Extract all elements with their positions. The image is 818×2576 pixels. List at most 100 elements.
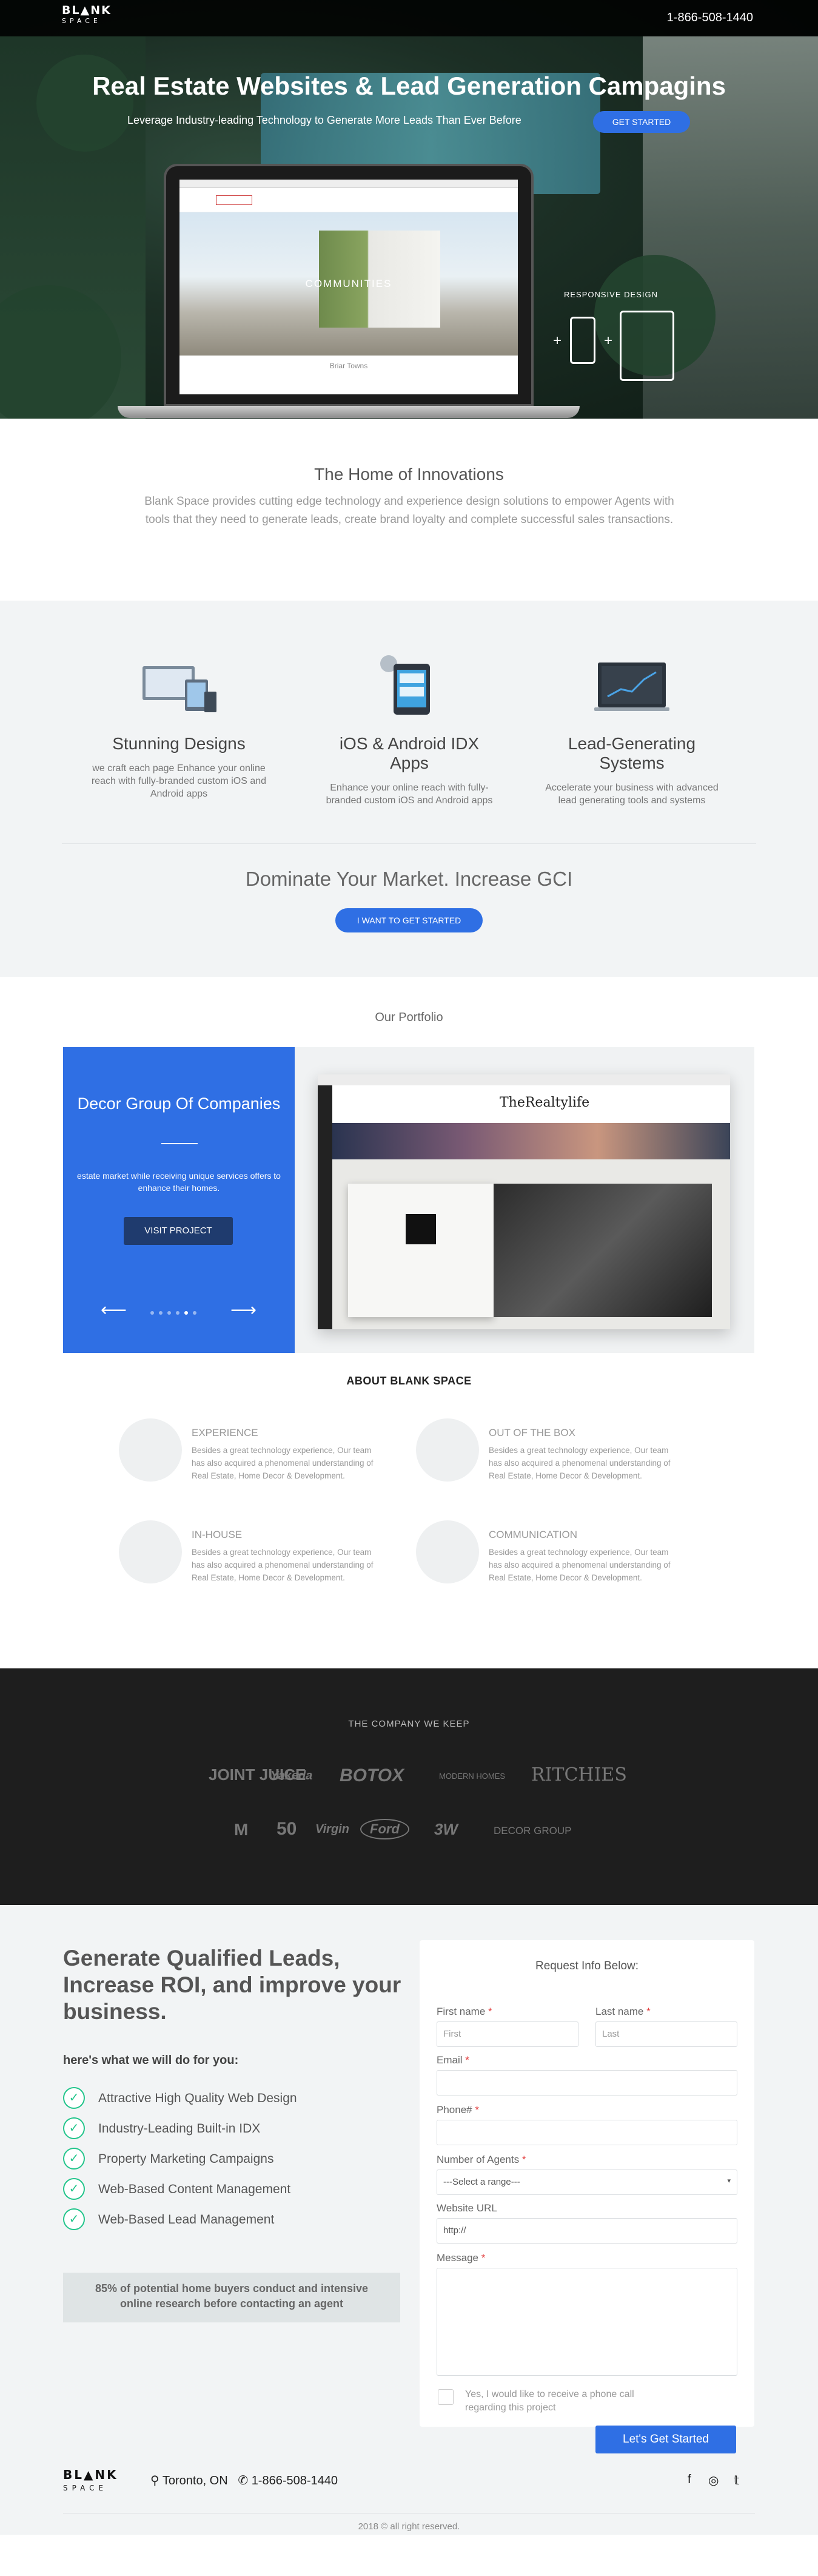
laptop-screen: COMMUNITIES Briar Towns [179, 180, 518, 394]
carousel-dot[interactable] [167, 1311, 171, 1315]
clients-title: THE COMPANY WE KEEP [348, 1719, 470, 1729]
check-icon: ✓ [63, 2117, 85, 2139]
innovations-text: Blank Space provides cutting edge techno… [144, 495, 674, 526]
carousel-next-arrow-icon[interactable]: ⟶ [230, 1300, 256, 1321]
foliage-decoration [36, 55, 133, 152]
about-section: ABOUT BLANK SPACE EXPERIENCE Besides a g… [0, 1353, 818, 1668]
email-input[interactable] [437, 2070, 737, 2096]
feature-designs: Stunning Designs we craft each page Enha… [88, 649, 270, 800]
first-name-label: First name * [437, 2006, 492, 2017]
footer-divider [63, 2513, 755, 2514]
facebook-icon[interactable]: f [688, 2473, 691, 2487]
footer-phone[interactable]: 1-866-508-1440 [252, 2474, 338, 2487]
title-underline [161, 1143, 198, 1144]
check-icon: ✓ [63, 2178, 85, 2200]
about-item-communication: COMMUNICATION Besides a great technology… [416, 1520, 689, 1605]
check-icon: ✓ [63, 2087, 85, 2109]
client-logo: 50 [277, 1819, 297, 1839]
laptop-base [118, 406, 580, 418]
message-textarea[interactable] [437, 2268, 737, 2376]
lead-section: Generate Qualified Leads, Increase ROI, … [0, 1905, 818, 2462]
laptop-mockup: COMMUNITIES Briar Towns [118, 164, 580, 418]
agents-label: Number of Agents * [437, 2154, 526, 2165]
tablet-icon [620, 311, 674, 381]
carousel-dots [148, 1307, 199, 1318]
hero-title: Real Estate Websites & Lead Generation C… [92, 72, 726, 100]
feature-text: Accelerate your business with advanced l… [545, 783, 719, 806]
portfolio-carousel: Decor Group Of Companies estate market w… [63, 1047, 754, 1353]
phone-input[interactable] [437, 2120, 737, 2145]
about-item-in-house: IN-HOUSE Besides a great technology expe… [119, 1520, 392, 1605]
benefit-item: ✓ Web-Based Lead Management [63, 2208, 403, 2231]
submit-button[interactable]: Let's Get Started [595, 2426, 736, 2453]
innovations-section: The Home of Innovations Blank Space prov… [0, 419, 818, 601]
twitter-icon[interactable]: 𝕥 [734, 2473, 739, 2488]
benefit-item: ✓ Attractive High Quality Web Design [63, 2087, 403, 2110]
hero-section: Real Estate Websites & Lead Generation C… [0, 0, 818, 419]
clients-section: THE COMPANY WE KEEP JOINT JUICE Yakeda B… [0, 1668, 818, 1905]
about-item-title: EXPERIENCE [192, 1427, 258, 1438]
footer-contact: ⚲ Toronto, ON ✆ 1-866-508-1440 [150, 2473, 338, 2488]
check-icon: ✓ [63, 2148, 85, 2170]
instagram-icon[interactable]: ◎ [708, 2473, 719, 2488]
benefit-item: ✓ Property Marketing Campaigns [63, 2148, 403, 2171]
phone-label: Phone# * [437, 2104, 479, 2116]
get-started-button[interactable]: GET STARTED [593, 111, 690, 133]
feature-text: Enhance your online reach with fully-bra… [326, 783, 493, 806]
mock-heading: COMMUNITIES [305, 278, 392, 289]
browser-bar [179, 180, 518, 188]
carousel-dot-active[interactable] [184, 1311, 188, 1315]
feature-lead-systems: Lead-Generating Systems Accelerate your … [541, 649, 723, 807]
location-pin-icon: ⚲ [150, 2474, 159, 2487]
carousel-dot[interactable] [176, 1311, 179, 1315]
last-name-label: Last name * [595, 2006, 651, 2017]
carousel-dot[interactable] [150, 1311, 154, 1315]
client-logo: 3W [434, 1820, 458, 1838]
benefit-item: ✓ Web-Based Content Management [63, 2178, 403, 2201]
footer-logo[interactable]: BL▲NK SPACE [63, 2468, 118, 2495]
last-name-input[interactable]: Last [595, 2021, 737, 2047]
globe-icon [119, 1418, 182, 1482]
get-started-cta-button[interactable]: I WANT TO GET STARTED [335, 908, 483, 932]
logo[interactable]: BL▲NK SPACE [62, 4, 112, 25]
mock-site-nav [179, 188, 518, 212]
visit-project-button[interactable]: VISIT PROJECT [124, 1217, 233, 1245]
carousel-prev-arrow-icon[interactable]: ⟵ [101, 1300, 127, 1321]
first-name-input[interactable]: First [437, 2021, 578, 2047]
carousel-dot[interactable] [193, 1311, 196, 1315]
about-item-text: Besides a great technology experience, O… [192, 1446, 374, 1480]
box-icon [416, 1418, 479, 1482]
feature-title: Lead-Generating Systems [568, 734, 696, 772]
mock-hero-image: COMMUNITIES [179, 212, 518, 356]
mock-brochure-left [348, 1184, 494, 1317]
mock-brand: TheRealtylife [500, 1095, 590, 1110]
dominate-headline: Dominate Your Market. Increase GCI [245, 868, 573, 890]
site-footer: BL▲NK SPACE ⚲ Toronto, ON ✆ 1-866-508-144… [0, 2462, 818, 2535]
plus-icon: + [553, 332, 562, 349]
innovations-title: The Home of Innovations [314, 465, 504, 484]
header-phone-link[interactable]: 1-866-508-1440 [667, 11, 753, 25]
feature-text: we craft each page Enhance your online r… [91, 763, 267, 799]
in-house-icon [119, 1520, 182, 1583]
footer-location: Toronto, ON [162, 2474, 228, 2487]
project-title: Decor Group Of Companies [77, 1094, 281, 1113]
mock-brochure-logo [406, 1214, 436, 1244]
features-section: Stunning Designs we craft each page Enha… [0, 601, 818, 977]
lead-title: Generate Qualified Leads, Increase ROI, … [63, 1946, 401, 2024]
callback-checkbox[interactable] [438, 2389, 454, 2405]
chart-monitor-icon [589, 649, 674, 716]
website-input[interactable]: http:// [437, 2218, 737, 2244]
form-title: Request Info Below: [535, 1960, 639, 1972]
about-item-title: IN-HOUSE [192, 1529, 243, 1540]
stat-callout: 85% of potential home buyers conduct and… [63, 2273, 400, 2322]
lead-subtitle: here's what we will do for you: [63, 2054, 239, 2067]
carousel-dot[interactable] [159, 1311, 163, 1315]
about-item-title: OUT OF THE BOX [489, 1427, 575, 1438]
agents-select[interactable]: ---Select a range--- ▾ [437, 2170, 737, 2195]
phone-icon [570, 317, 595, 364]
callback-label: Yes, I would like to receive a phone cal… [465, 2389, 634, 2413]
client-logo: BOTOX [340, 1765, 404, 1785]
client-logo: Virgin [315, 1822, 349, 1836]
client-logo: M [234, 1820, 249, 1839]
feature-title: Stunning Designs [112, 734, 246, 753]
